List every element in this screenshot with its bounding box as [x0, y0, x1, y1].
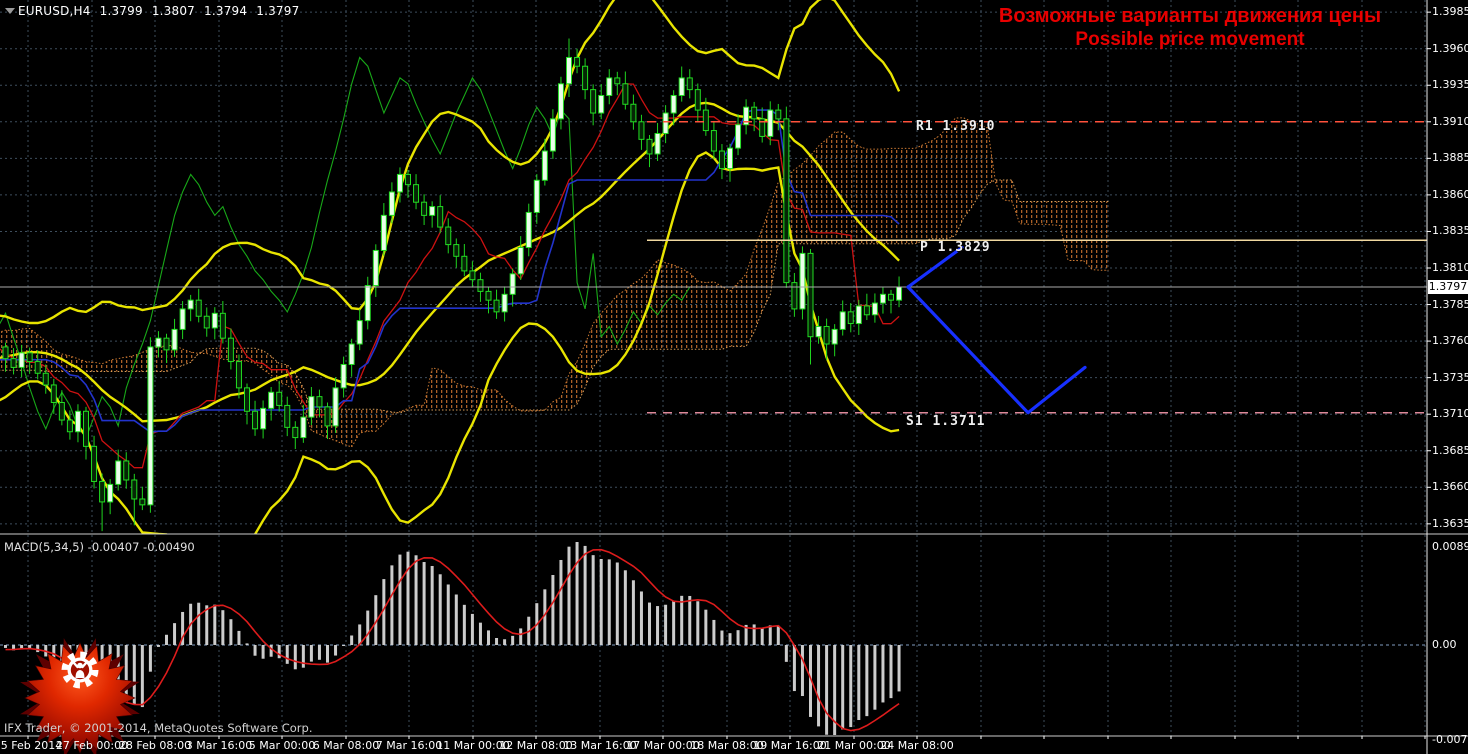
macd-pane-label: MACD(5,34,5) -0.00407 -0.00490: [4, 540, 195, 554]
pivot-label-r1[interactable]: R1 1.3910: [916, 119, 995, 134]
price-axis-label: 1.3660: [1432, 480, 1468, 494]
price-axis-label: 1.3860: [1432, 187, 1468, 201]
ohlc-info-bar: EURUSD,H4 1.3799 1.3807 1.3794 1.3797: [18, 4, 308, 18]
price-axis-label: 1.3885: [1432, 151, 1468, 165]
price-axis-label: 1.3685: [1432, 443, 1468, 457]
price-axis-label: 1.3935: [1432, 78, 1468, 92]
annotation-title-en: Possible price movement: [1075, 29, 1305, 50]
macd-axis-label: 0.00: [1432, 638, 1457, 651]
price-axis-label: 1.3710: [1432, 407, 1468, 421]
price-axis-label: 1.3835: [1432, 224, 1468, 238]
price-axis-label: 1.3635: [1432, 516, 1468, 530]
price-axis-label: 1.3910: [1432, 114, 1468, 128]
price-axis-label: 1.3735: [1432, 370, 1468, 384]
pivot-label-s1[interactable]: S1 1.3711: [906, 414, 985, 429]
annotation-title-ru: Возможные варианты движения цены: [998, 5, 1382, 27]
ohlc-open: 1.3799: [99, 4, 143, 18]
instaforex-logo: InstaForex: [8, 636, 158, 754]
chart-area[interactable]: [0, 0, 1468, 754]
instaforex-starburst: [20, 638, 140, 754]
price-axis-label: 1.3785: [1432, 297, 1468, 311]
price-axis-label: 1.3985: [1432, 5, 1468, 19]
chart-annotation-title: Возможные варианты движения цены Possibl…: [925, 4, 1455, 51]
price-axis-label: 1.3960: [1432, 41, 1468, 55]
ohlc-high: 1.3807: [151, 4, 196, 18]
pivot-label-p[interactable]: P 1.3829: [920, 240, 991, 255]
symbol-period: EURUSD,H4: [18, 4, 91, 18]
ohlc-low: 1.3794: [204, 4, 248, 18]
macd-axis-label: -0.00789: [1432, 733, 1468, 746]
ohlc-close: 1.3797: [256, 4, 300, 18]
price-axis-label: 1.3810: [1432, 260, 1468, 274]
current-price-tag: 1.3797: [1428, 280, 1468, 294]
chart-window: InstaForex EURUSD,H4 1.3799 1.3807 1.3794 1.…: [0, 0, 1468, 754]
macd-axis-label: 0.0089: [1432, 540, 1468, 553]
time-axis-label[interactable]: 24 Mar 08:00: [872, 739, 962, 752]
price-axis-label: 1.3760: [1432, 334, 1468, 348]
symbol-dropdown-icon[interactable]: [5, 8, 15, 14]
copyright-text: IFX Trader, © 2001-2014, MetaQuotes Soft…: [4, 721, 313, 735]
